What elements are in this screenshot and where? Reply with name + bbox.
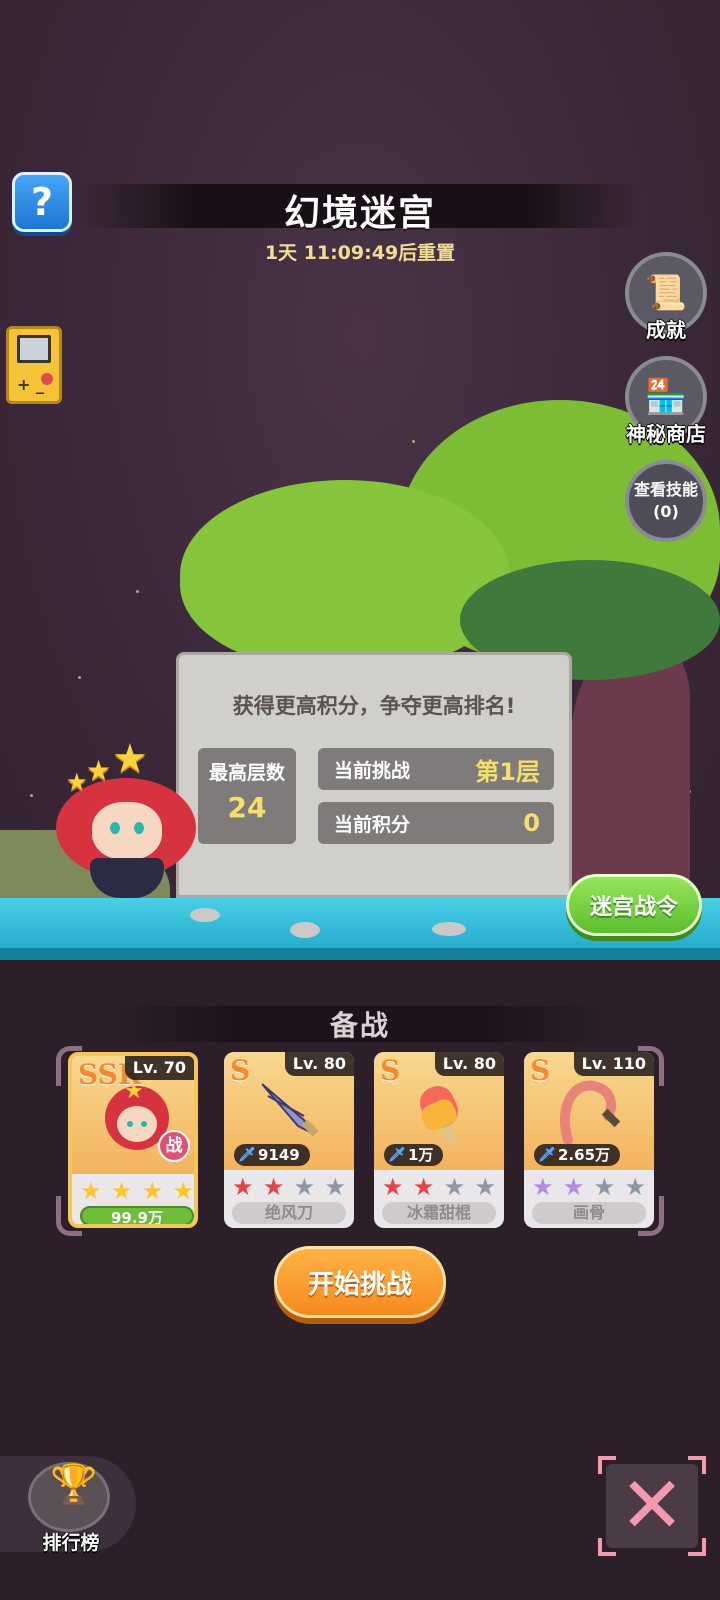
- star-icon: ★: [412, 1173, 435, 1201]
- question-icon: ?: [30, 180, 54, 224]
- card-power: 🗡 2.65万: [534, 1144, 621, 1166]
- hero-eye: [110, 822, 120, 834]
- help-button[interactable]: ?: [12, 172, 72, 232]
- card-name: 冰霜甜棍: [382, 1202, 496, 1224]
- star-icon: ★: [232, 1173, 254, 1201]
- star-icon: ★: [562, 1173, 585, 1201]
- star-icon: ★: [262, 1173, 285, 1201]
- svg-text:★: ★: [124, 1080, 144, 1104]
- tree-canopy-front: [180, 480, 510, 670]
- current-score-value: 0: [523, 809, 540, 837]
- current-score-row: 当前积分 0: [318, 802, 554, 844]
- reset-countdown: 1天 11:09:49后重置: [264, 242, 456, 264]
- view-skills-label: 查看技能: [633, 480, 698, 499]
- close-icon: ✕: [619, 1461, 685, 1551]
- current-score-label: 当前积分: [334, 813, 411, 836]
- star-icon: ★: [66, 768, 88, 796]
- star-icon: ★: [112, 736, 148, 782]
- water-edge: [0, 948, 720, 960]
- star-icon: ★: [172, 1177, 194, 1205]
- mystery-shop-label: 神秘商店: [626, 422, 706, 446]
- weapon-card-2[interactable]: S Lv. 80 🗡 1万 ★ ★ ★ ★ 冰霜甜棍: [374, 1052, 504, 1228]
- trophy-icon: 🏆: [50, 1462, 98, 1506]
- card-power: 🗡 1万: [384, 1144, 444, 1166]
- weapon-card-3[interactable]: S Lv. 110 🗡 2.65万 ★ ★ ★ ★ 画骨: [524, 1052, 654, 1228]
- card-level: Lv. 80: [284, 1052, 354, 1076]
- star-icon: ★: [382, 1173, 404, 1201]
- star-icon: ★: [141, 1177, 164, 1205]
- card-rank: S: [530, 1054, 551, 1087]
- star-icon: ★: [80, 1177, 102, 1205]
- best-floor-label: 最高层数: [208, 762, 285, 784]
- hero-character: ★ ★ ★: [56, 736, 196, 900]
- star-icon: ★: [86, 754, 112, 787]
- sword-icon: 🗡: [538, 1147, 556, 1163]
- card-power-value: 9149: [258, 1146, 300, 1164]
- star-icon: ★: [474, 1173, 496, 1201]
- gameboy-icon: [17, 335, 51, 363]
- star-icon: ★: [532, 1173, 554, 1201]
- card-power-value: 1万: [408, 1146, 434, 1164]
- star-icon: ★: [110, 1177, 133, 1205]
- card-power: 🗡 9149: [234, 1144, 310, 1166]
- card-stars: ★ ★ ★ ★: [382, 1174, 496, 1200]
- star-icon: ★: [443, 1173, 466, 1201]
- achievements-button[interactable]: 📜 成就: [624, 252, 708, 343]
- sword-icon: 🗡: [388, 1147, 406, 1163]
- card-name: 画骨: [532, 1202, 646, 1224]
- hp-bar: 99.9万: [80, 1206, 194, 1224]
- achievements-label: 成就: [646, 318, 686, 342]
- page-title: 幻境迷宫: [283, 193, 436, 234]
- card-stars: ★ ★ ★ ★: [80, 1178, 194, 1204]
- weapon-card-1[interactable]: S Lv. 80 🗡 9149 ★ ★ ★ ★ 绝风刀: [224, 1052, 354, 1228]
- pebble: [432, 922, 466, 936]
- hero-card[interactable]: SSR Lv. 70 ★ 战 ★ ★ ★ ★ 99.9万: [68, 1052, 198, 1228]
- mystery-shop-button[interactable]: 🏪 神秘商店: [618, 356, 714, 447]
- start-challenge-button[interactable]: 开始挑战: [274, 1246, 446, 1318]
- hero-body: [90, 858, 164, 898]
- prep-title: 备战: [329, 1009, 390, 1042]
- best-floor-value: 24: [227, 791, 267, 824]
- popsicle-icon: [419, 1086, 459, 1146]
- card-rank: S: [380, 1054, 401, 1087]
- card-stars: ★ ★ ★ ★: [232, 1174, 346, 1200]
- card-level: Lv. 70: [124, 1056, 194, 1080]
- hero-face: [92, 802, 162, 860]
- star-icon: ★: [624, 1173, 646, 1201]
- card-level: Lv. 110: [573, 1052, 654, 1076]
- star-icon: ★: [324, 1173, 346, 1201]
- maze-battle-pass-button[interactable]: 迷宫战令: [566, 874, 702, 936]
- battle-badge: 战: [158, 1130, 190, 1162]
- card-level: Lv. 80: [434, 1052, 504, 1076]
- pebble: [190, 908, 220, 922]
- skills-badge: 查看技能 (0): [625, 460, 707, 542]
- star-icon: ★: [293, 1173, 316, 1201]
- view-skills-count: (0): [653, 502, 679, 521]
- sword-icon: 🗡: [238, 1147, 256, 1163]
- dpad-icon: + _: [17, 375, 44, 394]
- close-button[interactable]: ✕: [598, 1456, 706, 1556]
- card-stars: ★ ★ ★ ★: [532, 1174, 646, 1200]
- bone-whip-icon: [559, 1080, 621, 1145]
- best-floor-box: 最高层数 24: [198, 748, 296, 844]
- card-name: 绝风刀: [232, 1202, 346, 1224]
- current-challenge-row: 当前挑战 第1层: [318, 748, 554, 790]
- card-power-value: 2.65万: [558, 1146, 611, 1164]
- tree-trunk: [570, 650, 690, 900]
- pebble: [290, 922, 320, 938]
- stone-slogan: 获得更高积分，争夺更高排名!: [232, 694, 516, 718]
- card-rank: S: [230, 1054, 251, 1087]
- ab-button-icon: [41, 373, 53, 385]
- ranking-label[interactable]: 排行榜: [0, 1528, 142, 1555]
- gameboy-button[interactable]: + _: [6, 326, 62, 404]
- current-challenge-value: 第1层: [475, 757, 540, 786]
- blade-icon: [261, 1083, 319, 1137]
- maze-scene: 获得更高积分，争夺更高排名! 最高层数 24 当前挑战 第1层 当前积分 0 ★…: [0, 0, 720, 960]
- star-icon: ★: [593, 1173, 616, 1201]
- view-skills-button[interactable]: 查看技能 (0): [624, 460, 708, 542]
- hero-eye: [134, 822, 144, 834]
- current-challenge-label: 当前挑战: [334, 759, 411, 782]
